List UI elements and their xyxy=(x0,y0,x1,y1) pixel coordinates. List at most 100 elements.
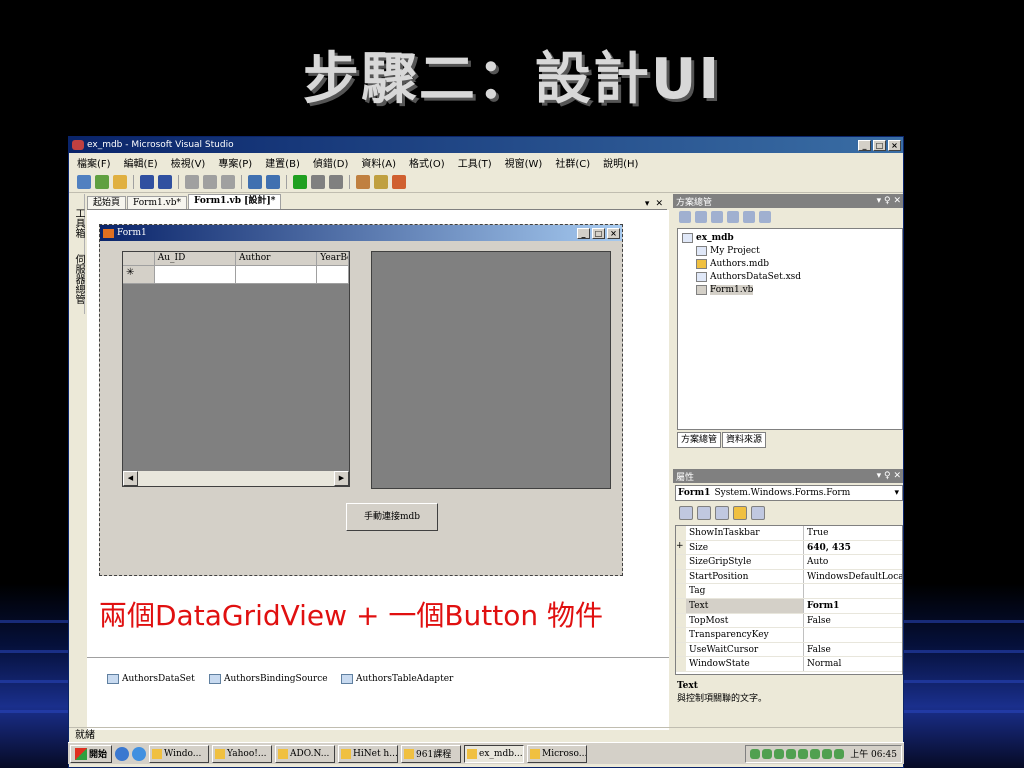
menu-item[interactable]: 建置(B) xyxy=(265,155,300,170)
save-icon[interactable] xyxy=(140,174,154,189)
taskbar-button[interactable]: Yahoo!... xyxy=(212,744,273,763)
tree-node-authors-mdb[interactable]: Authors.mdb xyxy=(682,257,898,270)
properties-view-icon[interactable] xyxy=(715,506,729,520)
grid-cell[interactable] xyxy=(154,266,236,284)
property-value[interactable]: Normal xyxy=(804,657,902,671)
events-icon[interactable] xyxy=(733,506,747,520)
tab-dropdown-icon[interactable]: ▾ xyxy=(645,199,650,209)
tab-close-icon[interactable]: ✕ xyxy=(655,199,663,209)
properties-icon[interactable] xyxy=(679,211,691,223)
grid-cell[interactable] xyxy=(236,266,318,284)
tree-node-my-project[interactable]: My Project xyxy=(682,244,898,257)
tab-start-page[interactable]: 起始頁 xyxy=(87,196,127,209)
tab-form1-code[interactable]: Form1.vb* xyxy=(127,196,187,209)
maximize-button[interactable]: □ xyxy=(873,139,886,151)
copy-icon[interactable] xyxy=(203,174,217,189)
property-value[interactable]: False xyxy=(804,643,902,657)
media-quicklaunch-icon[interactable] xyxy=(132,746,147,761)
tab-solution-explorer[interactable]: 方案總管 xyxy=(677,432,722,448)
view-code-icon[interactable] xyxy=(727,211,739,223)
form1-designer[interactable]: Form1 _ □ × Au_ID Author YearBo ✳ xyxy=(99,224,623,576)
taskbar-button[interactable]: ex_mdb... xyxy=(464,744,525,763)
menu-item[interactable]: 社群(C) xyxy=(555,155,590,170)
tree-node-dataset-xsd[interactable]: AuthorsDataSet.xsd xyxy=(682,270,898,283)
tray-authors-dataset[interactable]: AuthorsDataSet xyxy=(107,674,195,684)
cut-icon[interactable] xyxy=(185,174,199,189)
tab-form1-design[interactable]: Form1.vb [設計]* xyxy=(187,194,282,209)
grid-cell[interactable] xyxy=(317,266,349,284)
start-button[interactable]: 開始 xyxy=(70,744,113,763)
tree-node-form1[interactable]: Form1.vb xyxy=(682,283,898,296)
categorized-icon[interactable] xyxy=(679,506,693,520)
tray-app-icon[interactable] xyxy=(786,748,797,759)
open-file-icon[interactable] xyxy=(113,174,127,189)
toolbox-tab[interactable]: 工具箱 xyxy=(69,194,88,252)
menu-item[interactable]: 資料(A) xyxy=(361,155,396,170)
property-value[interactable]: Auto xyxy=(804,555,902,569)
add-item-icon[interactable] xyxy=(95,174,109,189)
pane-pin-icon[interactable]: ▾ ♀ ✕ xyxy=(877,196,901,206)
close-button[interactable]: × xyxy=(888,139,901,151)
undo-icon[interactable] xyxy=(248,174,262,189)
property-row[interactable]: TransparencyKey xyxy=(676,628,902,643)
paste-icon[interactable] xyxy=(221,174,235,189)
property-expander[interactable]: + xyxy=(676,540,686,555)
datagridview-second[interactable] xyxy=(371,251,611,489)
tray-app-icon[interactable] xyxy=(762,748,773,759)
property-row[interactable]: TopMost False xyxy=(676,613,902,629)
taskbar-button[interactable]: Windo... xyxy=(149,744,210,763)
tray-table-adapter[interactable]: AuthorsTableAdapter xyxy=(341,674,453,684)
tab-data-sources[interactable]: 資料來源 xyxy=(722,432,767,448)
ie-quicklaunch-icon[interactable] xyxy=(115,746,130,761)
property-value[interactable]: False xyxy=(804,614,902,628)
menu-item[interactable]: 格式(O) xyxy=(409,155,445,170)
tray-app-icon[interactable] xyxy=(822,748,833,759)
save-all-icon[interactable] xyxy=(158,174,172,189)
menu-item[interactable]: 檔案(F) xyxy=(77,155,111,170)
property-row[interactable]: SizeGripStyle Auto xyxy=(676,555,902,570)
solution-explorer-icon[interactable] xyxy=(356,174,370,189)
taskbar-button[interactable]: HiNet h... xyxy=(338,744,399,763)
property-row[interactable]: + Size 640, 435 xyxy=(676,540,902,556)
minimize-button[interactable]: _ xyxy=(858,139,871,151)
tray-app-icon[interactable] xyxy=(834,748,845,759)
property-value[interactable]: 640, 435 xyxy=(804,541,902,555)
tray-app-icon[interactable] xyxy=(750,748,761,759)
show-all-files-icon[interactable] xyxy=(695,211,707,223)
taskbar-button[interactable]: ADO.N... xyxy=(275,744,336,763)
property-value[interactable]: True xyxy=(804,526,902,540)
refresh-icon[interactable] xyxy=(711,211,723,223)
pause-icon[interactable] xyxy=(311,174,325,189)
connect-mdb-button[interactable]: 手動連接mdb xyxy=(346,503,438,531)
property-row[interactable]: ShowInTaskbar True xyxy=(676,526,902,541)
server-explorer-tab[interactable]: 伺服器總管 xyxy=(69,252,88,318)
view-designer-icon[interactable] xyxy=(743,211,755,223)
start-debug-icon[interactable] xyxy=(293,174,307,189)
properties-icon[interactable] xyxy=(374,174,388,189)
redo-icon[interactable] xyxy=(266,174,280,189)
menu-item[interactable]: 編輯(E) xyxy=(124,155,158,170)
alphabetical-icon[interactable] xyxy=(697,506,711,520)
class-diagram-icon[interactable] xyxy=(759,211,771,223)
object-selector[interactable]: Form1 System.Windows.Forms.Form ▾ xyxy=(675,485,903,501)
menu-item[interactable]: 工具(T) xyxy=(458,155,492,170)
property-row[interactable]: Tag xyxy=(676,584,902,599)
property-value[interactable]: Form1 xyxy=(804,599,902,613)
taskbar-button[interactable]: Microso... xyxy=(527,744,588,763)
property-row[interactable]: UseWaitCursor False xyxy=(676,642,902,658)
window-titlebar[interactable]: ex_mdb - Microsoft Visual Studio _ □ × xyxy=(69,137,903,153)
property-pages-icon[interactable] xyxy=(751,506,765,520)
chevron-down-icon[interactable]: ▾ xyxy=(894,488,899,498)
taskbar-button[interactable]: 961課程 xyxy=(401,744,462,763)
grid-new-row[interactable]: ✳ xyxy=(123,266,349,284)
tree-node-project[interactable]: ex_mdb xyxy=(682,231,898,244)
menu-item[interactable]: 檢視(V) xyxy=(171,155,206,170)
toolbox-icon[interactable] xyxy=(392,174,406,189)
property-value[interactable]: WindowsDefaultLocati xyxy=(804,570,902,584)
pane-pin-icon[interactable]: ▾ ♀ ✕ xyxy=(877,471,901,481)
column-header-yearborn[interactable]: YearBo xyxy=(317,252,349,266)
menu-item[interactable]: 專案(P) xyxy=(218,155,252,170)
property-row[interactable]: WindowState Normal xyxy=(676,657,902,672)
tray-app-icon[interactable] xyxy=(810,748,821,759)
new-project-icon[interactable] xyxy=(77,174,91,189)
